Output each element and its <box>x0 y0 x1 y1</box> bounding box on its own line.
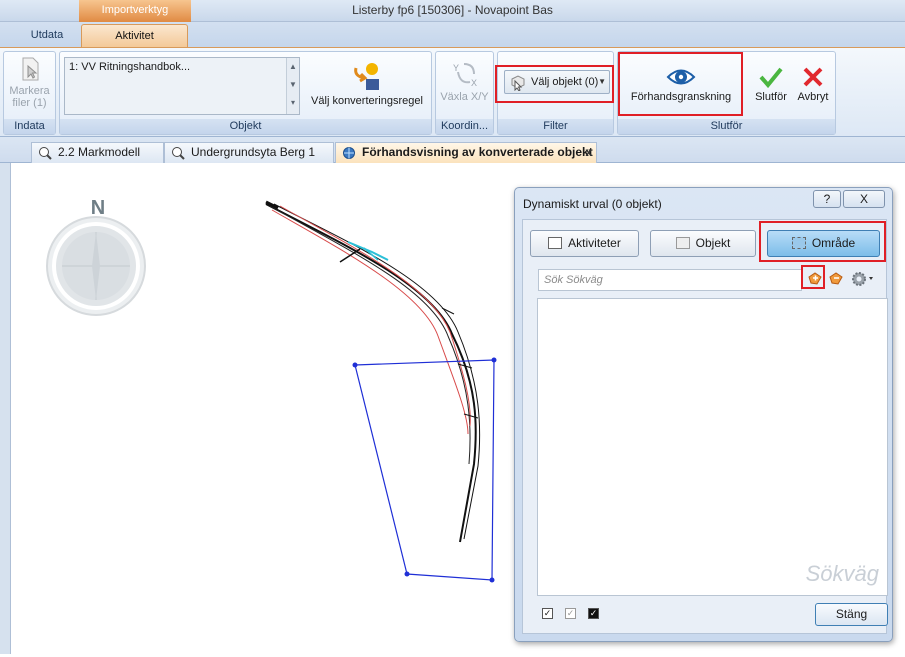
check-all-icon[interactable]: ✓ <box>542 608 553 619</box>
rule-listbox[interactable]: 1: VV Ritningshandbok... ▲ ▼ ▾ <box>64 57 300 115</box>
doc-tab-label: Förhandsvisning av konverterade objekt <box>362 145 593 159</box>
conversion-rule-icon <box>354 63 379 90</box>
mark-files-label-1: Markera <box>9 85 50 97</box>
group-label-koordinat: Koordin... <box>436 119 493 134</box>
document-tabs: 2.2 Markmodell Undergrundsyta Berg 1 För… <box>0 137 905 163</box>
checkmark-icon <box>759 67 783 89</box>
mark-files-label-2: filer (1) <box>12 97 47 109</box>
group-objekt: 1: VV Ritningshandbok... ▲ ▼ ▾ Välj konv… <box>59 51 432 135</box>
dynamic-selection-dialog: Dynamiskt urval (0 objekt) ? X Aktivitet… <box>514 187 893 642</box>
activities-label: Aktiviteter <box>568 236 621 250</box>
dialog-title: Dynamiskt urval (0 objekt) <box>523 197 662 211</box>
compass-icon <box>46 216 146 316</box>
magnifier-icon <box>172 147 185 160</box>
highlight-tag-add <box>801 265 825 289</box>
dialog-close-button[interactable]: X <box>843 190 885 208</box>
doc-tab-label: 2.2 Markmodell <box>58 145 141 159</box>
group-label-filter: Filter <box>498 119 613 134</box>
doc-tab-forhandsvisning[interactable]: Förhandsvisning av konverterade objekt x <box>335 142 597 163</box>
check-partial-icon[interactable]: ✓ <box>565 608 576 619</box>
tag-remove-icon[interactable] <box>828 271 844 287</box>
red-x-icon <box>803 67 823 87</box>
file-select-icon <box>22 57 38 81</box>
svg-text:X: X <box>471 78 477 88</box>
group-label-indata: Indata <box>4 119 55 134</box>
doc-tab-label: Undergrundsyta Berg 1 <box>191 145 316 159</box>
listbox-scrollbar[interactable]: ▲ ▼ ▾ <box>286 58 299 114</box>
swap-xy-button[interactable]: Y X Växla X/Y <box>438 60 491 103</box>
title-bar: Listerby fp6 [150306] - Novapoint Bas Im… <box>0 0 905 22</box>
mark-files-button[interactable]: Markera filer (1) <box>6 56 53 109</box>
search-input[interactable]: Sök Sökväg <box>538 269 802 291</box>
finish-label: Slutför <box>755 91 787 103</box>
ribbon: Markera filer (1) Indata 1: VV Ritningsh… <box>0 47 905 137</box>
help-button[interactable]: ? <box>813 190 841 208</box>
check-invert-icon[interactable]: ✓ <box>588 608 599 619</box>
dialog-bottom-bar: ✓ ✓ ✓ Stäng <box>537 603 888 628</box>
results-list[interactable]: Sökväg <box>537 298 888 596</box>
context-tab-importverktyg: Importverktyg <box>79 0 191 22</box>
tab-aktivitet[interactable]: Aktivitet <box>81 24 188 47</box>
close-icon[interactable]: x <box>585 143 592 162</box>
dialog-body: Aktiviteter Objekt Område Sök Sökväg Sök… <box>522 219 888 634</box>
globe-icon <box>343 147 355 159</box>
objects-button[interactable]: Objekt <box>650 230 756 257</box>
magnifier-icon <box>39 147 52 160</box>
highlight-area-button <box>759 221 886 262</box>
cancel-button[interactable]: Avbryt <box>793 66 833 103</box>
gear-icon[interactable] <box>850 270 876 288</box>
ribbon-tab-row: Utdata Aktivitet <box>0 22 905 47</box>
compass-n-label: N <box>91 197 105 219</box>
doc-tab-markmodell[interactable]: 2.2 Markmodell <box>31 142 164 163</box>
doc-tab-undergrundsyta[interactable]: Undergrundsyta Berg 1 <box>164 142 334 163</box>
scroll-more-icon[interactable]: ▾ <box>287 94 299 112</box>
highlight-preview <box>618 52 743 116</box>
cancel-label: Avbryt <box>797 91 829 103</box>
svg-text:Y: Y <box>453 63 459 73</box>
cube-icon <box>675 237 690 249</box>
group-label-objekt: Objekt <box>60 119 431 134</box>
area-polygon[interactable] <box>352 357 497 583</box>
alignment-drawing <box>265 200 481 543</box>
checklist-icon <box>548 237 563 249</box>
rule-list-item[interactable]: 1: VV Ritningshandbok... <box>69 61 190 73</box>
objects-label: Objekt <box>695 236 731 250</box>
close-dialog-button[interactable]: Stäng <box>815 603 888 626</box>
conversion-rule-label: Välj konverteringsregel <box>311 95 423 107</box>
search-path-watermark: Sökväg <box>805 561 879 586</box>
tab-utdata[interactable]: Utdata <box>18 24 76 47</box>
group-koordinat: Y X Växla X/Y Koordin... <box>435 51 494 135</box>
scroll-up-icon[interactable]: ▲ <box>287 58 299 76</box>
highlight-select-objects <box>495 65 614 103</box>
group-indata: Markera filer (1) Indata <box>3 51 56 135</box>
choose-conversion-rule-button[interactable]: Välj konverteringsregel <box>305 62 429 107</box>
group-label-slutfor: Slutför <box>618 119 835 134</box>
left-panel-strip[interactable] <box>0 137 11 654</box>
scroll-down-icon[interactable]: ▼ <box>287 76 299 94</box>
activities-button[interactable]: Aktiviteter <box>530 230 639 257</box>
finish-button[interactable]: Slutför <box>751 66 791 103</box>
swap-xy-icon: Y X <box>453 63 477 88</box>
swap-xy-label: Växla X/Y <box>440 91 489 103</box>
